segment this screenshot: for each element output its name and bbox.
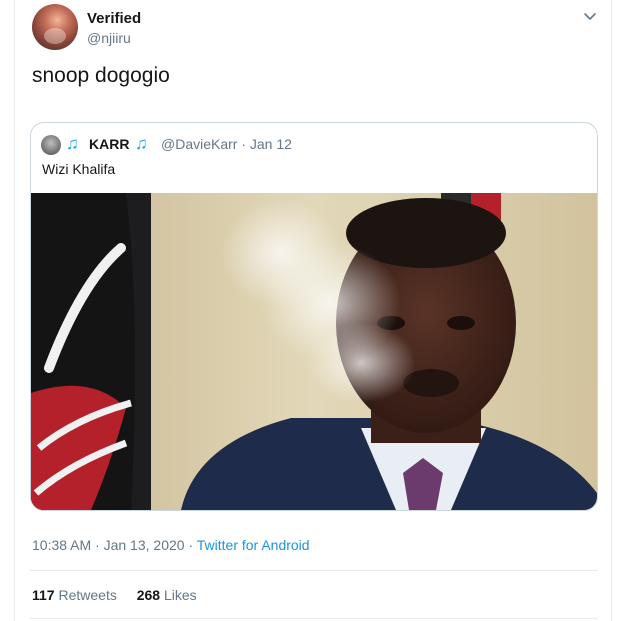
- tweet-stats: 117 Retweets 268 Likes: [32, 587, 213, 603]
- author-handle[interactable]: @njiiru: [87, 30, 131, 46]
- divider: [30, 570, 598, 571]
- quoted-handle-date: @DavieKarr · Jan 12: [161, 136, 292, 152]
- music-note-icon: ♫: [66, 134, 79, 153]
- quoted-avatar: [41, 135, 61, 155]
- quoted-photo[interactable]: [31, 193, 597, 510]
- tweet-text: snoop dogogio: [32, 64, 170, 87]
- tweet-time[interactable]: 10:38 AM · Jan 13, 2020 ·: [32, 537, 197, 553]
- divider: [30, 618, 598, 619]
- quoted-author-name: KARR: [89, 136, 130, 152]
- music-note-icon: ♫: [135, 134, 148, 153]
- likes-count: 268: [136, 587, 161, 603]
- avatar[interactable]: [32, 4, 78, 50]
- likes-stat[interactable]: 268 Likes: [137, 587, 197, 603]
- retweets-count: 117: [32, 587, 55, 603]
- author-name[interactable]: Verified: [87, 10, 141, 27]
- quoted-text: Wizi Khalifa: [42, 161, 116, 177]
- tweet-source-link[interactable]: Twitter for Android: [197, 537, 310, 553]
- retweets-stat[interactable]: 117 Retweets: [32, 587, 117, 603]
- tweet-timestamp: 10:38 AM · Jan 13, 2020 · Twitter for An…: [32, 537, 310, 553]
- retweets-label: Retweets: [58, 587, 117, 603]
- likes-label: Likes: [163, 587, 197, 603]
- chevron-down-icon[interactable]: [580, 6, 600, 26]
- quoted-tweet[interactable]: ♫ KARR ♫ @DavieKarr · Jan 12 Wizi Khalif…: [30, 122, 598, 511]
